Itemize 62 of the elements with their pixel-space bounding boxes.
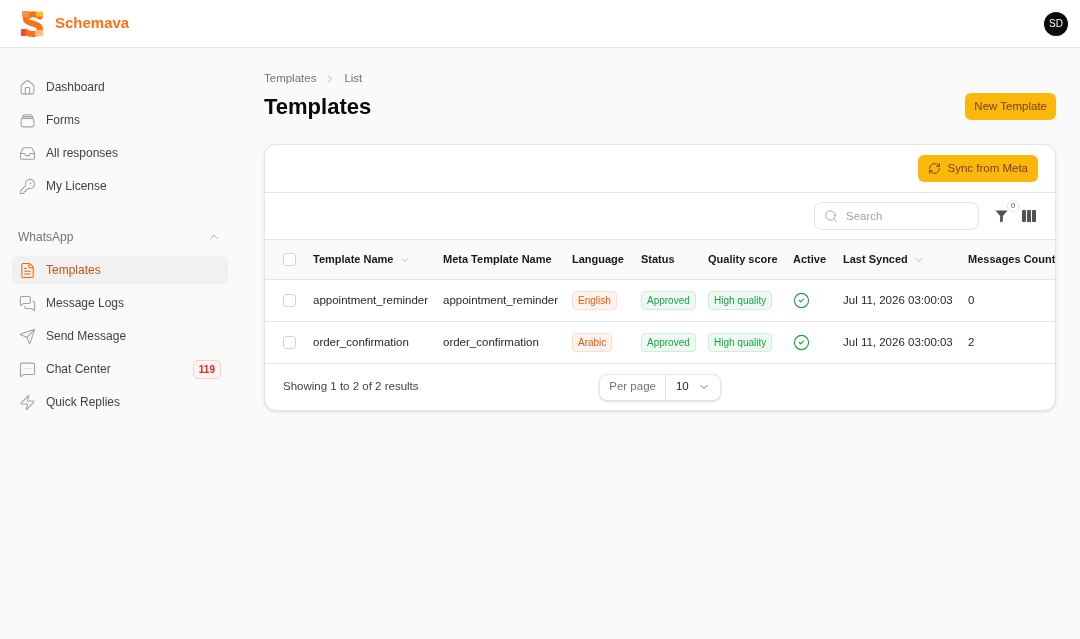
breadcrumb-link[interactable]: Templates [264,70,317,88]
sync-button[interactable]: Sync from Meta [918,155,1038,182]
section-title: WhatsApp [18,229,74,246]
column-header: Active [793,252,827,268]
new-template-button[interactable]: New Template [965,93,1056,120]
logo-icon[interactable] [20,9,46,38]
sidebar-item[interactable]: Templates [12,256,228,284]
table-cell-text: 0 [968,292,975,308]
table-cell-text: order_confirmation [443,334,539,350]
document-icon [19,261,36,279]
column-header: Status [641,252,675,268]
page-title: Templates [264,93,372,120]
search-field[interactable]: Search [814,202,979,230]
checkbox[interactable] [283,253,296,266]
tag-label: High quality [708,333,773,352]
key-icon [19,177,36,195]
user-avatar[interactable]: SD [1044,11,1068,36]
sidebar-item[interactable]: Message Logs [12,289,228,317]
sidebar-item[interactable]: Dashboard [12,73,228,101]
inbox-icon [19,144,36,162]
home-icon [19,78,36,96]
per-page-select[interactable]: 10 [664,374,720,400]
sidebar-item[interactable]: Chat Center 119 [12,355,228,383]
column-header[interactable]: Template Name [313,251,394,268]
search-icon [824,209,838,223]
filter-count: 0 [1007,199,1019,212]
chat-dots-icon [19,360,36,378]
table-cell-text: Jul 11, 2026 03:00:03 [843,334,953,350]
tray-icon [19,111,36,129]
column-header: Meta Template Name [443,252,552,268]
sidebar-item[interactable]: All responses [12,139,228,167]
columns-icon[interactable] [1022,210,1036,222]
sidebar-item[interactable]: Quick Replies [12,388,228,416]
tag-label: English [572,291,617,310]
tag-label: Arabic [572,333,613,352]
filter-icon[interactable] [995,209,1008,223]
tag-label: High quality [708,291,773,310]
unread-count: 119 [192,359,221,379]
table-cell-text: order_confirmation [313,334,409,350]
per-page-label: Per page [608,379,657,395]
column-header: Language [572,252,624,268]
sidebar-item[interactable]: Forms [12,106,228,134]
table-cell-text: 2 [968,334,975,350]
results-summary: Showing 1 to 2 of 2 results [283,379,420,395]
lightning-icon [19,393,36,411]
table-cell-text: appointment_reminder [313,292,429,308]
column-header: Quality score [708,252,778,268]
chat-bubbles-icon [19,294,36,312]
table-cell-text: Jul 11, 2026 03:00:03 [843,292,953,308]
send-icon [19,327,36,345]
breadcrumb-current: List [344,71,363,87]
tag-label: Approved [641,333,696,352]
checkbox[interactable] [283,336,296,349]
checkbox[interactable] [283,294,296,307]
refresh-icon [928,162,942,175]
sidebar-item[interactable]: Send Message [12,322,228,350]
table-cell-text: appointment_reminder [443,292,559,308]
tag-label: Approved [641,291,696,310]
column-header[interactable]: Last Synced [843,251,908,268]
column-header: Messages Count [968,252,1055,268]
brand-name: Schemava [55,13,130,34]
sidebar-item[interactable]: My License [12,172,228,200]
